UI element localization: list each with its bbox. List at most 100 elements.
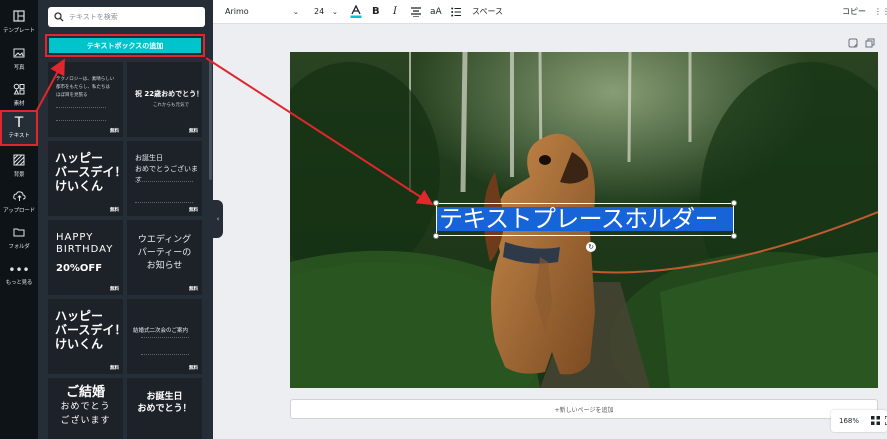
- text-template-tile[interactable]: ハッピー バースデイ！ けいくん 無料: [48, 141, 123, 216]
- list-button[interactable]: [451, 0, 461, 24]
- text-template-tile[interactable]: HAPPY BIRTHDAY 20%OFF 無料: [48, 220, 123, 295]
- photo-icon: [0, 46, 38, 64]
- tile-text: HAPPY: [56, 232, 94, 243]
- folder-icon: [0, 225, 38, 243]
- tile-text: テクノロジーは、素晴らしい: [56, 77, 115, 82]
- text-template-tile[interactable]: お誕生日 おめでとうございます 無料: [127, 141, 202, 216]
- chevron-down-icon[interactable]: ⌄: [293, 0, 299, 24]
- rail-label: もっと見る: [5, 280, 33, 286]
- free-badge: 無料: [110, 287, 119, 292]
- text-template-tile[interactable]: ハッピー バースデイ！ けいくん 無料: [48, 299, 123, 374]
- rotate-handle-icon[interactable]: ↻: [586, 242, 596, 252]
- text-color-button[interactable]: [350, 0, 362, 24]
- tile-text: ご結婚: [65, 385, 105, 400]
- add-page-button[interactable]: +新しいページを追加: [290, 399, 878, 419]
- tile-text: ハッピー: [55, 309, 104, 323]
- tile-text: ほぼ目を見張る: [56, 93, 88, 98]
- grid-view-icon[interactable]: [871, 415, 881, 427]
- tile-text: パーティーの: [137, 248, 192, 258]
- rail-item-templates[interactable]: テンプレート: [0, 5, 38, 41]
- tile-text: お誕生日: [146, 392, 183, 402]
- free-badge: 無料: [189, 287, 198, 292]
- text-panel: テキストを検索 テキストボックスの追加 テクノロジーは、素晴らしい 都市をもたら…: [38, 0, 213, 439]
- rail-label: アップロード: [3, 208, 35, 214]
- tile-text: 都市をもたらし、私たちは: [56, 85, 110, 90]
- add-textbox-highlight: テキストボックスの追加: [45, 34, 205, 57]
- free-badge: 無料: [110, 129, 119, 134]
- font-family-select[interactable]: Arimo: [225, 0, 249, 24]
- spacing-button[interactable]: スペース: [472, 0, 503, 24]
- free-badge: 無料: [110, 208, 119, 213]
- tile-text: これからも元気で: [153, 103, 189, 108]
- tile-text: バースデイ！: [55, 165, 123, 179]
- rail-item-folder[interactable]: フォルダ: [0, 221, 38, 257]
- tile-text: ハッピー: [55, 151, 104, 165]
- text-template-tile[interactable]: 祝 22歳おめでとう！ これからも元気で 無料: [127, 62, 202, 137]
- rail-item-text[interactable]: T テキスト: [0, 110, 38, 146]
- resize-handle[interactable]: [433, 200, 439, 206]
- resize-handle[interactable]: [731, 200, 737, 206]
- free-badge: 無料: [189, 129, 198, 134]
- tile-text: 結婚式二次会のご案内: [133, 328, 189, 334]
- selected-textbox[interactable]: テキストプレースホルダー: [433, 200, 737, 239]
- rail-label: 写真: [13, 65, 25, 71]
- zoom-level[interactable]: 168%: [839, 417, 859, 425]
- free-badge: 無料: [189, 208, 198, 213]
- note-icon[interactable]: [848, 38, 858, 51]
- tile-divider: [135, 181, 193, 203]
- more-icon: •••: [8, 263, 30, 277]
- tile-text: BIRTHDAY: [56, 244, 114, 255]
- case-button[interactable]: aA: [430, 0, 442, 24]
- rail-item-upload[interactable]: アップロード: [0, 185, 38, 221]
- rail-label: 素材: [13, 101, 25, 107]
- editor-toolbar: Arimo ⌄ 24 ⌄ B I aA スペース コピー ⋮⋮: [213, 0, 887, 24]
- rail-item-more[interactable]: ••• もっと見る: [0, 257, 38, 293]
- italic-button[interactable]: I: [393, 0, 397, 24]
- rail-item-background[interactable]: 背景: [0, 149, 38, 185]
- text-template-tile[interactable]: ご結婚 おめでとう ございます: [48, 378, 123, 439]
- duplicate-page-icon[interactable]: [865, 38, 875, 51]
- text-template-tile[interactable]: お誕生日 おめでとう！: [127, 378, 202, 439]
- font-size-select[interactable]: 24: [314, 0, 324, 24]
- chevron-down-icon[interactable]: ⌄: [332, 0, 338, 24]
- collapse-panel-handle[interactable]: ‹: [213, 200, 223, 238]
- search-input[interactable]: テキストを検索: [69, 12, 118, 22]
- add-textbox-button[interactable]: テキストボックスの追加: [49, 38, 201, 53]
- rail-item-elements[interactable]: 素材: [0, 78, 38, 114]
- text-icon: T: [14, 115, 24, 131]
- text-template-tile[interactable]: テクノロジーは、素晴らしい 都市をもたらし、私たちは ほぼ目を見張る 無料: [48, 62, 123, 137]
- copy-button[interactable]: コピー: [842, 0, 866, 24]
- layout-icon: [0, 9, 38, 27]
- panel-scrollbar[interactable]: [209, 60, 212, 180]
- upload-icon: [0, 189, 38, 207]
- rail-label: フォルダ: [8, 244, 30, 250]
- search-icon: [54, 12, 64, 22]
- free-badge: 無料: [189, 366, 198, 371]
- text-template-tile[interactable]: ウエディング パーティーの お知らせ 無料: [127, 220, 202, 295]
- tile-text: バースデイ！: [55, 323, 123, 337]
- resize-handle[interactable]: [433, 233, 439, 239]
- tile-text: ございます: [60, 416, 111, 426]
- bold-button[interactable]: B: [372, 0, 380, 24]
- tile-text: 20%OFF: [56, 263, 103, 274]
- rail-item-photos[interactable]: 写真: [0, 42, 38, 78]
- tile-divider: [56, 107, 106, 121]
- search-box[interactable]: テキストを検索: [48, 7, 205, 27]
- placeholder-text[interactable]: テキストプレースホルダー: [439, 204, 718, 235]
- text-template-tile[interactable]: 結婚式二次会のご案内 無料: [127, 299, 202, 374]
- zoom-control[interactable]: 168%: [831, 410, 887, 432]
- more-options-icon[interactable]: ⋮⋮: [874, 0, 887, 24]
- text-color-icon: [350, 4, 362, 18]
- tile-text: 祝 22歳おめでとう！: [135, 90, 202, 98]
- tile-text: けいくん: [55, 337, 104, 351]
- align-button[interactable]: [411, 0, 421, 24]
- tile-text: おめでとう！: [137, 404, 192, 414]
- rail-label: テンプレート: [3, 28, 35, 34]
- resize-handle[interactable]: [731, 233, 737, 239]
- align-center-icon: [411, 7, 421, 18]
- icon-rail: テンプレート 写真 素材 T テキスト 背景 アップロード フォルダ ••• も…: [0, 0, 38, 439]
- tile-text: お誕生日: [135, 154, 163, 162]
- rail-label: 背景: [13, 172, 25, 178]
- tile-text: けいくん: [55, 179, 104, 193]
- chevron-left-icon: ‹: [216, 215, 220, 223]
